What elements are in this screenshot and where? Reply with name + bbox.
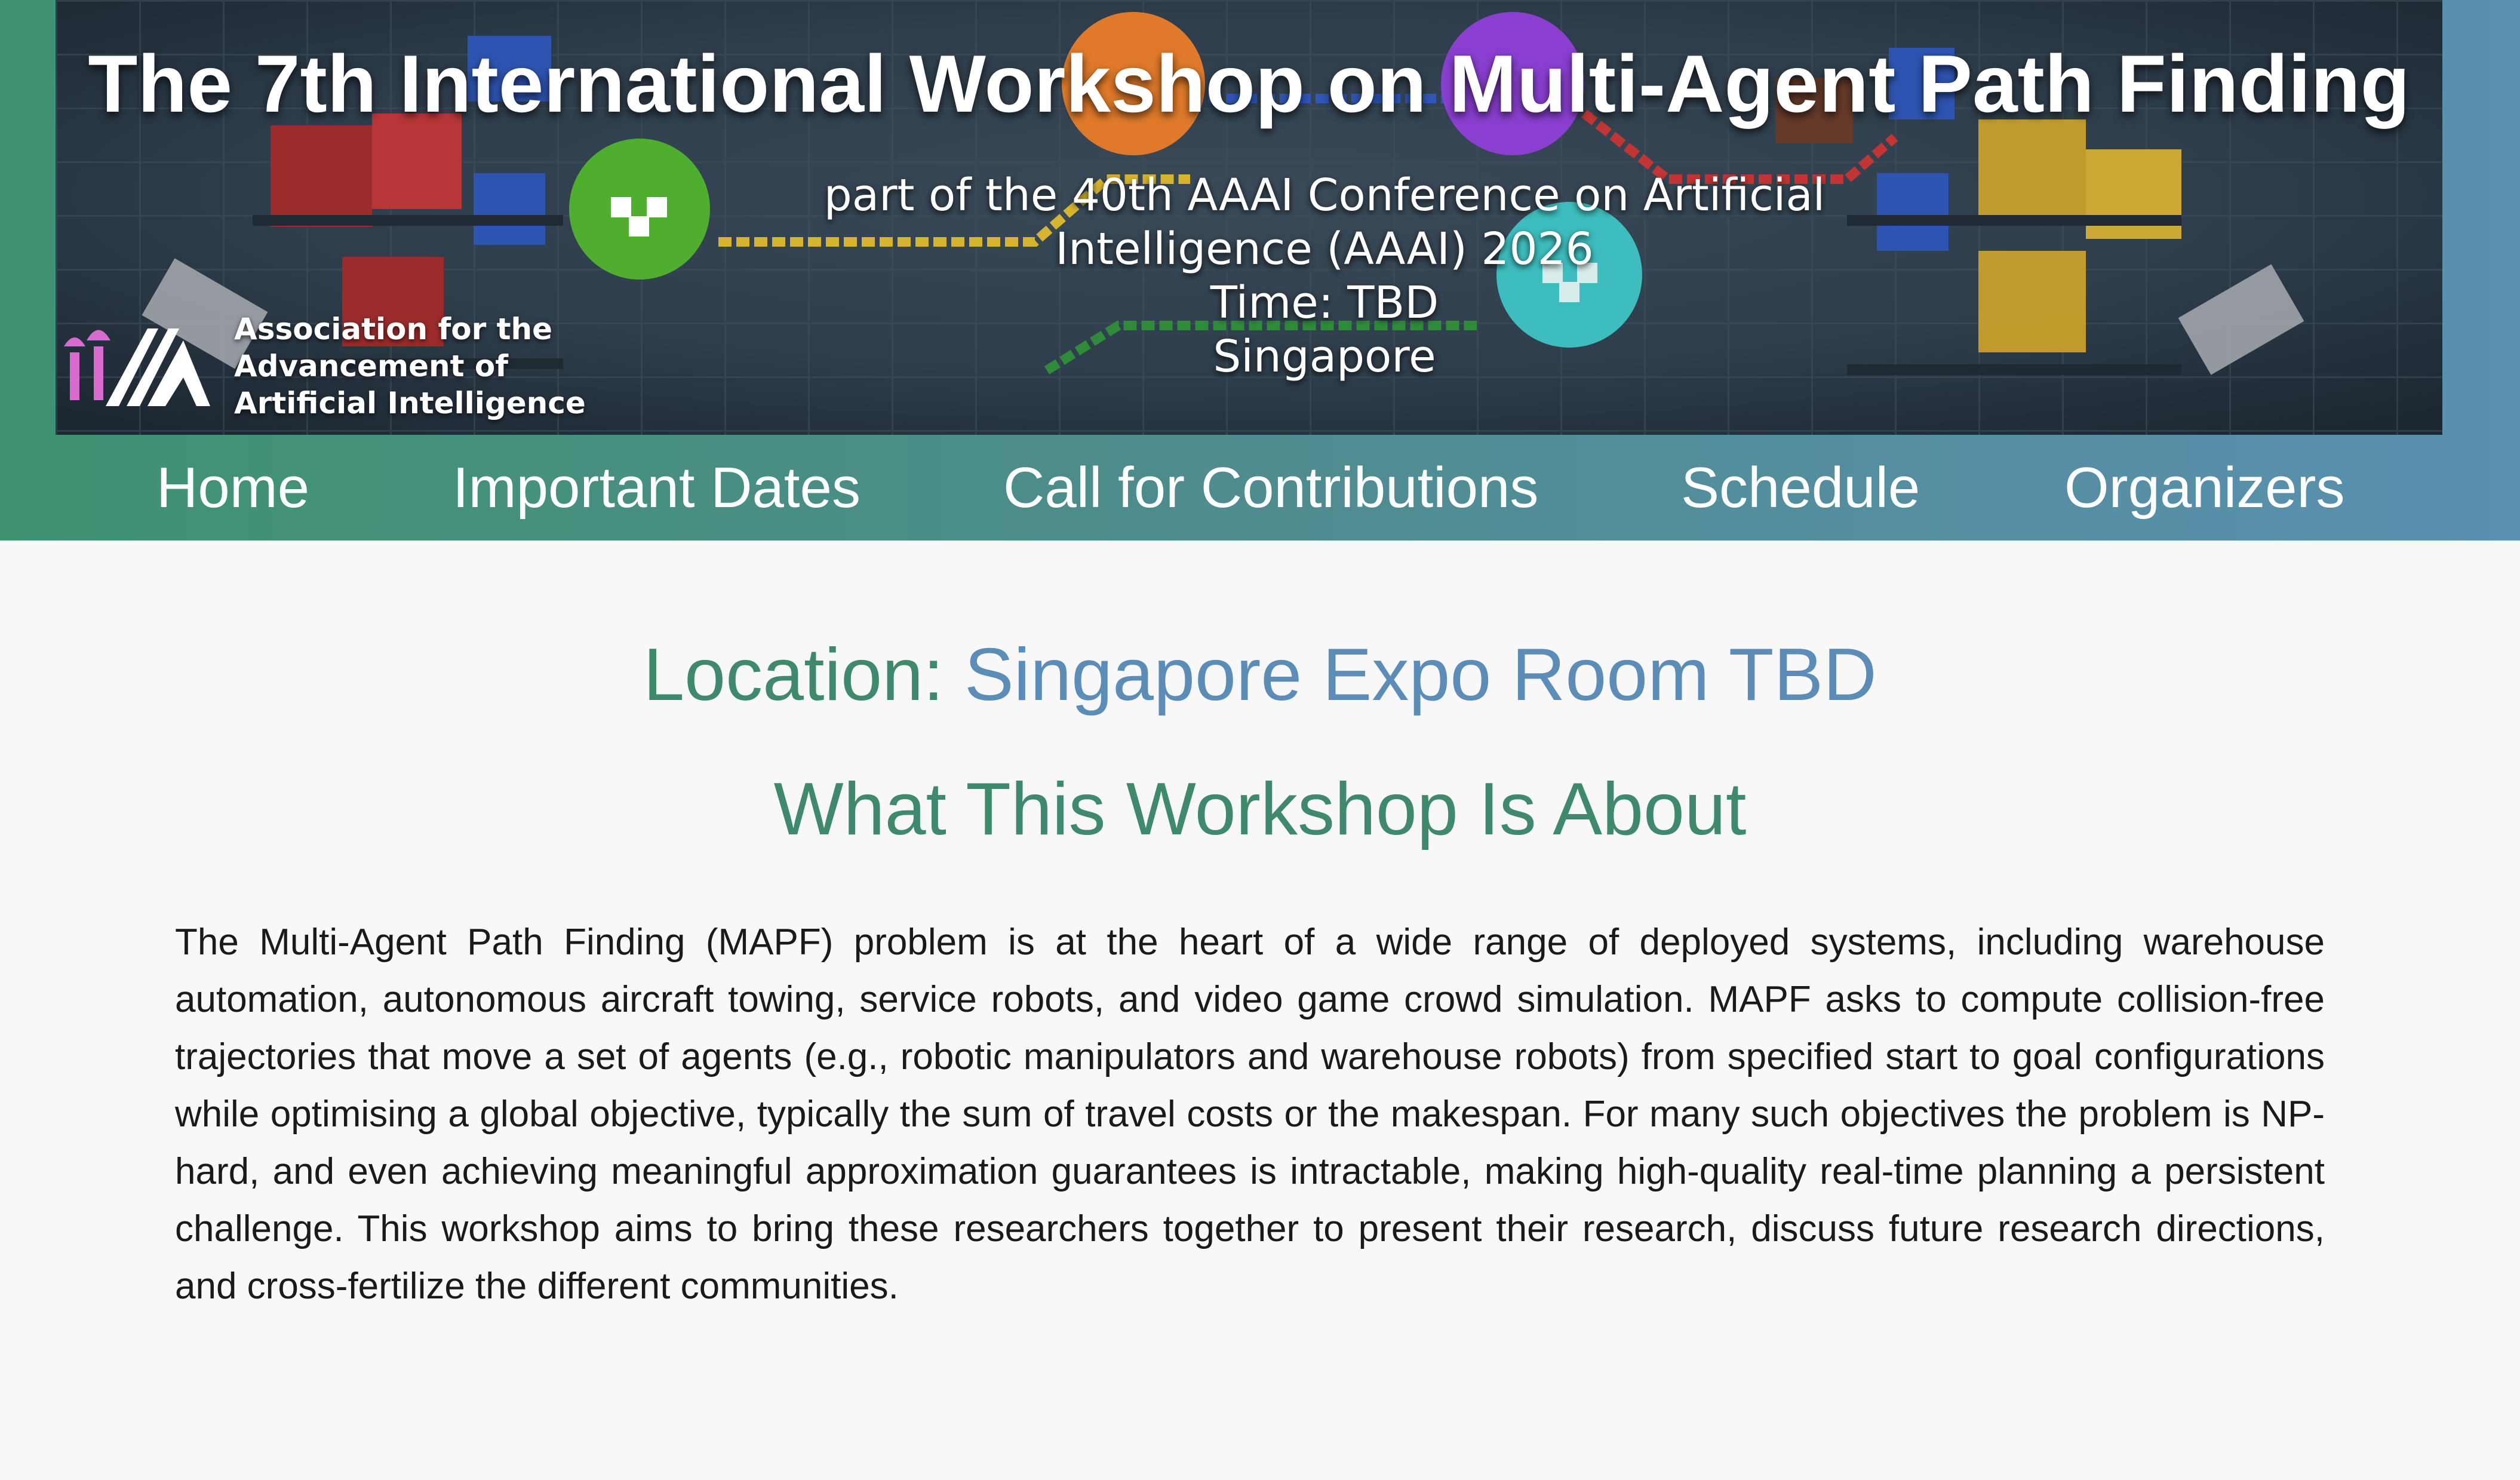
conference-info: part of the 40th AAAI Conference on Arti… <box>772 168 1877 383</box>
conference-line-1: part of the 40th AAAI Conference on Arti… <box>823 170 1826 221</box>
page: The 7th International Workshop on Multi-… <box>0 0 2520 1480</box>
location-value: Singapore Expo Room TBD <box>964 634 1877 716</box>
about-heading: What This Workshop Is About <box>773 768 1747 850</box>
place-text: Singapore <box>1213 331 1436 382</box>
nav-important-dates[interactable]: Important Dates <box>453 435 861 541</box>
aaai-logo-text: Association for the Advancement of Artif… <box>234 311 586 422</box>
main-nav: Home Important Dates Call for Contributi… <box>0 435 2520 541</box>
aaai-logo: Association for the Advancement of Artif… <box>64 311 601 424</box>
aaai-logo-line3: Artificial Intelligence <box>234 386 586 420</box>
aaai-logo-line2: Advancement of <box>234 349 508 383</box>
nav-call-for-contributions[interactable]: Call for Contributions <box>1003 435 1538 541</box>
header-banner: The 7th International Workshop on Multi-… <box>56 0 2442 435</box>
about-paragraph: The Multi-Agent Path Finding (MAPF) prob… <box>175 922 2325 1307</box>
aaai-logo-icon <box>64 328 210 406</box>
workshop-title: The 7th International Workshop on Multi-… <box>88 38 2410 129</box>
aaai-logo-line1: Association for the <box>234 312 553 346</box>
time-text: Time: TBD <box>1210 277 1439 328</box>
nav-organizers[interactable]: Organizers <box>2064 435 2345 541</box>
nav-home[interactable]: Home <box>156 435 309 541</box>
location-heading: Location: Singapore Expo Room TBD <box>0 630 2520 720</box>
location-label: Location: <box>643 634 944 716</box>
conference-line-2: Intelligence (AAAI) 2026 <box>1055 223 1594 275</box>
nav-schedule[interactable]: Schedule <box>1681 435 1920 541</box>
